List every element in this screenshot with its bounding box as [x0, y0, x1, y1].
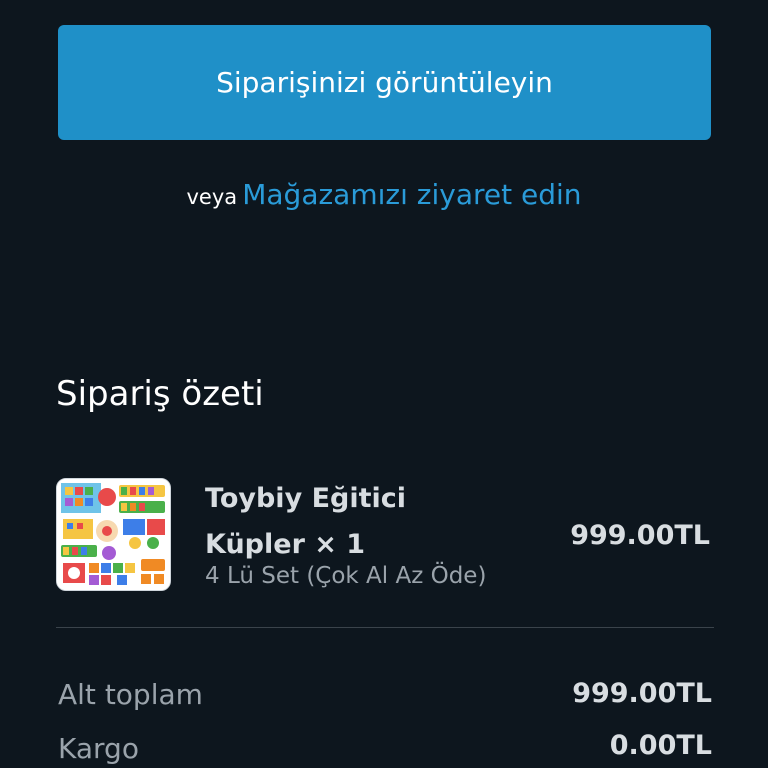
- visit-store-link[interactable]: Mağazamızı ziyaret edin: [242, 178, 581, 211]
- order-summary-title: Sipariş özeti: [56, 374, 264, 414]
- product-name-line2: Küpler × 1: [205, 529, 366, 560]
- shipping-value: 0.00TL: [609, 730, 712, 761]
- product-name: Toybiy Eğitici Küpler × 1: [205, 476, 455, 568]
- view-order-button-label: Siparişinizi görüntüleyin: [216, 66, 553, 99]
- view-order-button[interactable]: Siparişinizi görüntüleyin: [58, 25, 711, 140]
- or-text: veya: [186, 185, 238, 209]
- product-thumbnail: [56, 478, 171, 591]
- subtotal-value: 999.00TL: [572, 678, 712, 709]
- product-variant: 4 Lü Set (Çok Al Az Öde): [205, 563, 487, 589]
- order-confirmation-page: Siparişinizi görüntüleyin veya Mağazamız…: [0, 0, 768, 768]
- continue-shopping-line: veya Mağazamızı ziyaret edin: [0, 178, 768, 211]
- product-name-line1: Toybiy Eğitici: [205, 483, 407, 514]
- subtotal-label: Alt toplam: [58, 678, 203, 711]
- product-price: 999.00TL: [570, 520, 710, 551]
- educational-cubes-product-image: [57, 479, 170, 590]
- summary-divider: [56, 627, 714, 628]
- shipping-label: Kargo: [58, 732, 139, 765]
